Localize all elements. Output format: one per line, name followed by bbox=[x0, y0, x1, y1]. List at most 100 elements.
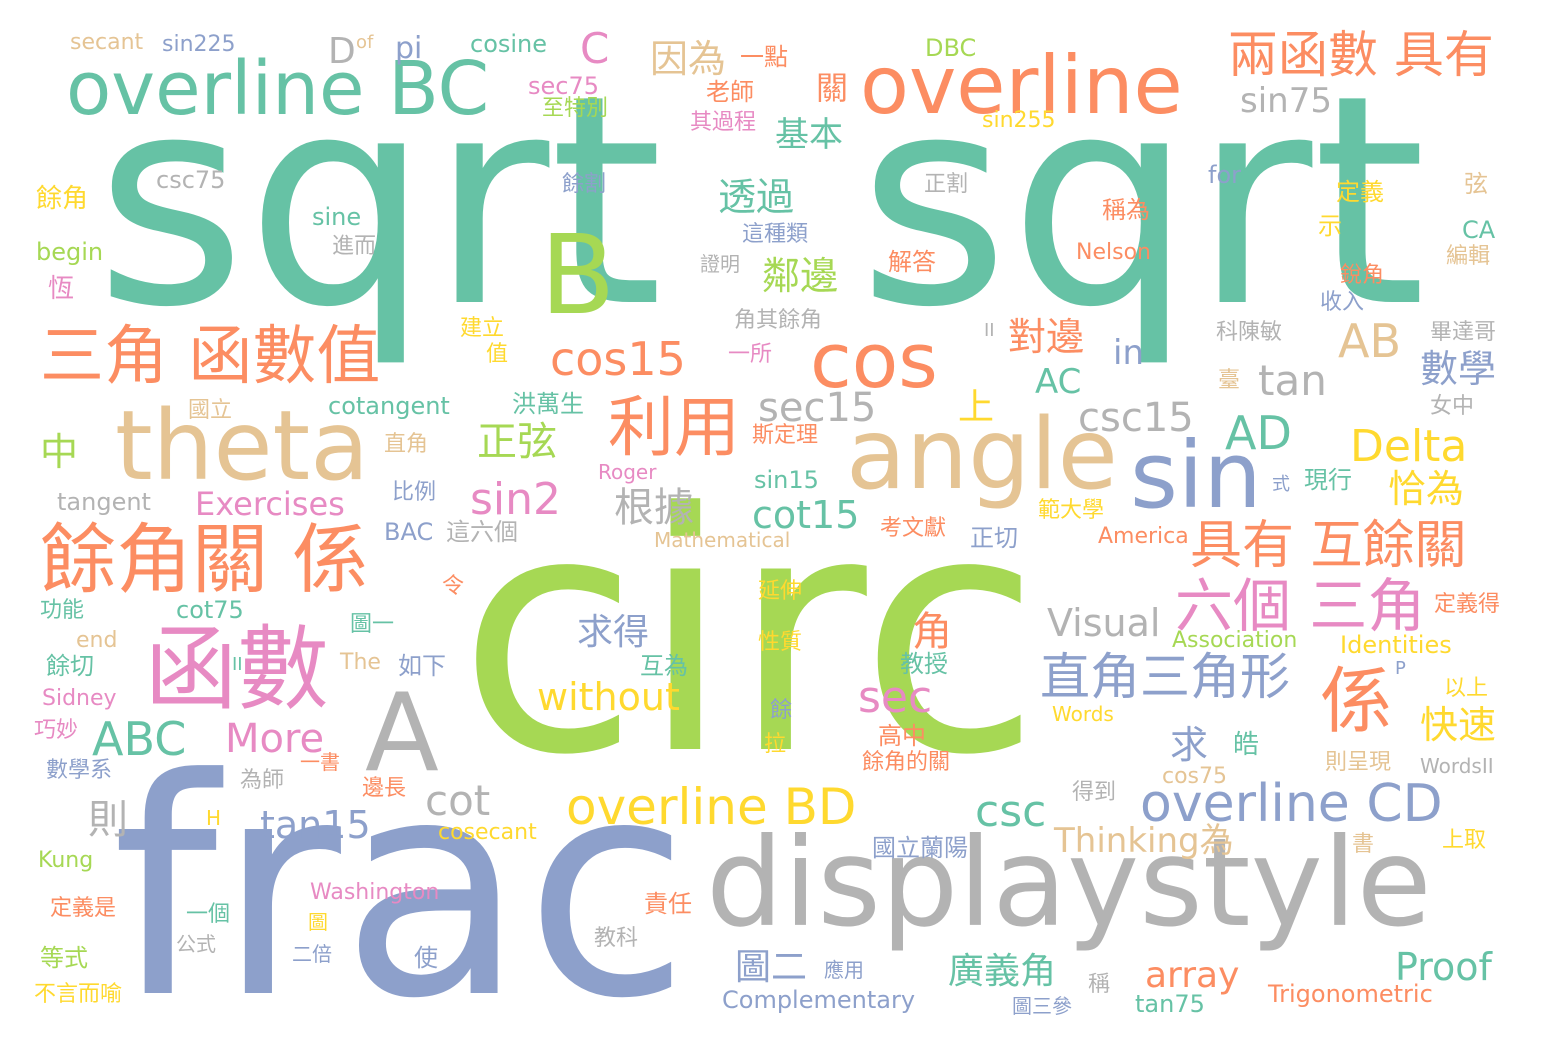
word-lin-bian: 鄰邊 bbox=[762, 254, 839, 298]
word-sec15: sec15 bbox=[758, 385, 877, 431]
word-xian-xing: 現行 bbox=[1304, 466, 1352, 494]
word-jian-li: 建立 bbox=[460, 316, 505, 341]
word-tu-san-can: 圖三參 bbox=[1012, 994, 1072, 1018]
word-cot75: cot75 bbox=[176, 596, 244, 624]
word-trigonometric: Trigonometric bbox=[1268, 980, 1433, 1008]
word-sin15: sin15 bbox=[754, 466, 819, 494]
word-heng: 恆 bbox=[48, 274, 75, 304]
word-hong-wan-sheng: 洪萬生 bbox=[512, 390, 584, 418]
word-ii-mid: II bbox=[232, 654, 243, 675]
word-de-dao: 得到 bbox=[1072, 780, 1117, 805]
word-qiao-miao: 巧妙 bbox=[34, 718, 79, 743]
word-zhi-jiao-san-jiao-xing: 直角三角形 bbox=[1040, 648, 1290, 706]
word-cos15: cos15 bbox=[550, 332, 686, 386]
word-thinking: Thinking為 bbox=[1054, 821, 1234, 861]
word-tan75: tan75 bbox=[1135, 990, 1205, 1018]
word-yi-suo: 一所 bbox=[728, 342, 773, 367]
word-tu-yi: 圖一 bbox=[350, 612, 395, 637]
word-xian: 弦 bbox=[1464, 170, 1488, 198]
word-ad: AD bbox=[1225, 406, 1292, 460]
word-complementary: Complementary bbox=[722, 986, 916, 1014]
word-sin225: sin225 bbox=[162, 32, 236, 57]
word-sine: sine bbox=[312, 203, 362, 231]
word-li-yong: 利用 bbox=[608, 389, 740, 466]
word-hu-wei: 互為 bbox=[640, 652, 688, 680]
word-guo-li: 國立 bbox=[188, 398, 233, 423]
word-zheng-qie: 正切 bbox=[970, 524, 1018, 552]
word-shang: 上 bbox=[958, 387, 995, 428]
word-identities: Identities bbox=[1340, 631, 1452, 659]
word-kuai-su: 快速 bbox=[1420, 703, 1497, 747]
word-the: The bbox=[340, 650, 381, 675]
word-deng-shi: 等式 bbox=[40, 944, 88, 972]
word-sec75: sec75 bbox=[528, 72, 600, 100]
word-yu-qie: 餘切 bbox=[46, 652, 94, 680]
word-ding-yi-shi: 定義是 bbox=[50, 896, 117, 921]
word-secant: secant bbox=[70, 30, 144, 55]
word-si-ding-li: 斯定理 bbox=[752, 423, 819, 448]
word-jie-da: 解答 bbox=[888, 248, 936, 276]
word-ding-yi: 定義 bbox=[1336, 178, 1384, 206]
word-end: end bbox=[76, 628, 118, 653]
word-abc: ABC bbox=[92, 712, 187, 766]
word-bi-li: 比例 bbox=[392, 480, 437, 505]
word-fan-da-xue: 範大學 bbox=[1038, 498, 1105, 523]
word-exercises: Exercises bbox=[195, 485, 345, 523]
word-guang-yi-jiao: 廣義角 bbox=[948, 951, 1057, 992]
word-kao-wen-xian: 考文獻 bbox=[880, 516, 947, 541]
word-yu-jiao-de-guan: 餘角的關 bbox=[862, 750, 951, 775]
word-zhi: 值 bbox=[486, 342, 509, 367]
word-yu: 餘 bbox=[770, 698, 793, 723]
word-overline-bc: overline BC bbox=[66, 46, 490, 132]
word-san-jiao-han-shu-zhi: 三角 函數值 bbox=[40, 320, 381, 394]
word-tan15: tan15 bbox=[260, 803, 371, 847]
word-liu-ge-san-jiao: 六個 三角 bbox=[1175, 572, 1426, 640]
word-cheng: 稱 bbox=[1088, 972, 1111, 997]
word-tai: 臺 bbox=[1218, 368, 1241, 393]
word-csc15: csc15 bbox=[1078, 395, 1194, 441]
word-yu-ge: 餘割 bbox=[562, 172, 607, 197]
word-c: C bbox=[580, 24, 610, 73]
word-d: D bbox=[328, 31, 356, 72]
word-xi: 係 bbox=[1320, 659, 1393, 743]
word-b: B bbox=[540, 211, 616, 339]
word-jiao-qi-yu-jiao: 角其餘角 bbox=[734, 308, 823, 333]
word-pi: pi bbox=[395, 31, 423, 66]
word-overline-bd: overline BD bbox=[566, 778, 857, 836]
word-cotangent: cotangent bbox=[328, 392, 450, 420]
word-nelson: Nelson bbox=[1076, 240, 1151, 265]
word-ze-cheng-xian: 則呈現 bbox=[1325, 750, 1392, 775]
word-cloud: sqrt sqrt circ frac displaystyle overlin… bbox=[0, 0, 1548, 1052]
word-shu-xue: 數學 bbox=[1420, 347, 1497, 391]
word-cot: cot bbox=[425, 776, 491, 825]
word-tou-guo: 透過 bbox=[718, 175, 795, 219]
word-nv-zhong: 女中 bbox=[1430, 394, 1475, 419]
word-washington: Washington bbox=[310, 880, 440, 905]
word-sidney: Sidney bbox=[42, 686, 117, 711]
word-yi-ge: 一個 bbox=[186, 902, 231, 927]
word-shu-book: 書 bbox=[1352, 832, 1375, 857]
word-h: H bbox=[206, 806, 222, 830]
word-jiao-ke: 教科 bbox=[594, 926, 639, 951]
word-guan: 關 bbox=[816, 69, 849, 107]
word-jiao-shou: 教授 bbox=[900, 650, 948, 678]
word-gao-zhong: 高中 bbox=[878, 722, 926, 750]
word-ab: AB bbox=[1338, 314, 1402, 368]
word-delta: Delta bbox=[1350, 421, 1468, 472]
word-sec: sec bbox=[858, 672, 933, 723]
word-ac: AC bbox=[1035, 362, 1082, 402]
word-zhe-zhong-lei: 這種類 bbox=[742, 222, 809, 247]
word-tan: tan bbox=[1258, 356, 1327, 405]
word-for: for bbox=[1208, 161, 1241, 189]
word-zhi-jiao: 直角 bbox=[384, 432, 429, 457]
word-ju-you-hu-yu: 具有 互餘關 bbox=[1190, 516, 1467, 576]
word-cheng-wei: 稱為 bbox=[1102, 196, 1150, 224]
word-shou-ru: 收入 bbox=[1320, 290, 1365, 315]
word-ke-chen-min: 科陳敏 bbox=[1216, 320, 1283, 345]
word-cosecant: cosecant bbox=[438, 820, 537, 845]
word-bi-da-ge: 畢達哥 bbox=[1430, 320, 1497, 345]
word-yu-jiao-small: 餘角 bbox=[36, 184, 89, 214]
word-yi-shang: 以上 bbox=[1444, 676, 1489, 701]
word-gong-neng: 功能 bbox=[40, 598, 85, 623]
word-bian-ji: 編輯 bbox=[1446, 244, 1491, 269]
